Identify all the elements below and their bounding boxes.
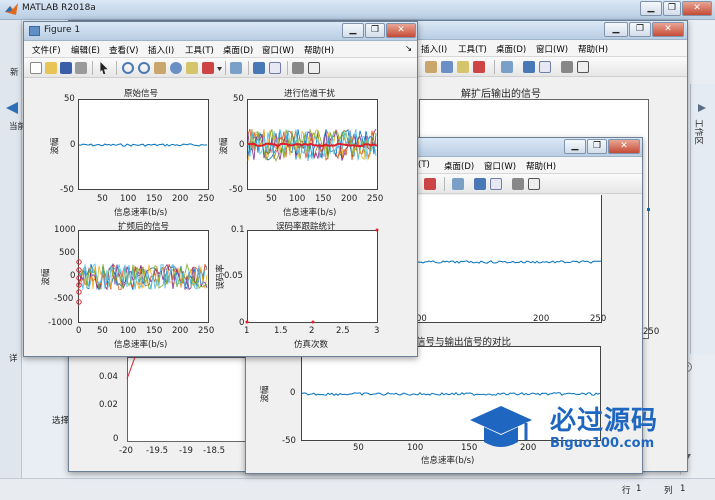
figure-1-plot-lines (76, 128, 379, 324)
subplot-3-marker (76, 299, 82, 305)
back-xtick: -18.5 (203, 446, 225, 456)
subplot-4-point (245, 320, 249, 324)
subplot-1-series (78, 143, 208, 147)
f3-bottom-ytick: -50 (282, 436, 296, 446)
f3-bottom-xtick: 50 (353, 443, 364, 453)
f3-bottom-ylabel: 波幅 (260, 385, 271, 403)
back-ytick: 0.02 (99, 400, 118, 410)
back-xtick: -19.5 (146, 446, 168, 456)
workspace-side-tab[interactable]: 工作区 (693, 119, 705, 145)
f3-bottom-xlabel: 信息速率(b/s) (421, 456, 475, 466)
matlab-logo-icon (5, 3, 18, 15)
main-title: MATLAB R2018a (22, 3, 96, 13)
figure-1-window: Figure 1 ▁ ❐ ✕ 文件(F) 编辑(E) 查看(V) 插入(I) 工… (23, 21, 418, 357)
status-col-label: 列 (664, 486, 673, 496)
maximize-button[interactable]: ❐ (663, 1, 681, 16)
left-panel (0, 20, 22, 490)
f3-bottom-xtick: 100 (407, 443, 424, 453)
subplot-3-marker (76, 289, 82, 295)
f3-bottom-ytick: 0 (290, 388, 296, 398)
details-label: 详 (9, 354, 18, 364)
close-button[interactable]: ✕ (682, 1, 712, 16)
back-ytick: 0.04 (99, 372, 118, 382)
status-bar (0, 478, 715, 500)
status-row-value: 1 (636, 484, 642, 494)
graduation-cap-icon (470, 406, 532, 447)
subplot-4-point (375, 228, 379, 232)
back-ytick: 0 (113, 434, 119, 444)
status-row-label: 行 (622, 486, 631, 496)
back-xtick: -19 (179, 446, 193, 456)
back-xtick: -20 (119, 446, 133, 456)
subplot-3-marker (76, 259, 82, 265)
minimize-button[interactable]: ▁ (640, 1, 662, 16)
watermark-url: Biguo100.com (550, 436, 655, 451)
watermark-cn: 必过源码 (550, 406, 659, 436)
left-tab-label: 新 (10, 68, 19, 78)
select-label: 选择 (52, 416, 70, 426)
f3-right-tick: 250 (643, 327, 660, 337)
watermark-logo: 必过源码 Biguo100.com (470, 398, 700, 458)
status-col-value: 1 (680, 484, 686, 494)
main-titlebar: MATLAB R2018a ▁ ❐ ✕ (0, 0, 715, 20)
subplot-4-point (311, 320, 315, 324)
back-plot-signal-dot (647, 208, 650, 211)
